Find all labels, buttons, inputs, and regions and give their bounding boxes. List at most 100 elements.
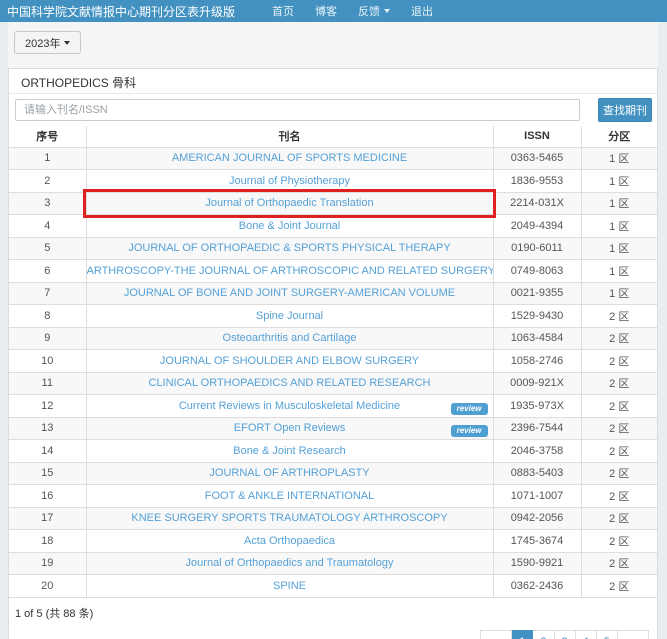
page-button-next[interactable]: » [618,630,649,639]
row-index-cell: 16 [9,485,86,508]
journal-link[interactable]: JOURNAL OF ORTHOPAEDIC & SPORTS PHYSICAL… [128,242,450,254]
row-index-cell: 8 [9,305,86,328]
zone-cell: 2 区 [581,305,657,328]
journal-link[interactable]: EFORT Open Reviews [234,422,345,434]
journal-table: 序号 刊名 ISSN 分区 1AMERICAN JOURNAL OF SPORT… [9,126,657,598]
journal-link[interactable]: Current Reviews in Musculoskeletal Medic… [179,400,400,412]
zone-cell: 2 区 [581,327,657,350]
zone-cell: 2 区 [581,462,657,485]
page-button-4[interactable]: 4 [576,630,597,639]
table-row: 11CLINICAL ORTHOPAEDICS AND RELATED RESE… [9,372,657,395]
table-row: 20SPINE0362-24362 区 [9,575,657,598]
nav-item-0[interactable]: 首页 [272,3,294,19]
zone-cell: 2 区 [581,507,657,530]
journal-name-cell: Bone & Joint Journal [86,215,493,238]
journal-link[interactable]: Spine Journal [256,310,323,322]
journal-name-cell: EFORT Open Reviewsreview [86,417,493,440]
issn-cell: 1935-973X [493,395,581,418]
zone-cell: 2 区 [581,485,657,508]
search-input[interactable] [15,99,580,121]
row-index-cell: 2 [9,170,86,193]
column-header-zone: 分区 [581,126,657,147]
journal-link[interactable]: Bone & Joint Research [233,445,346,457]
table-row: 1AMERICAN JOURNAL OF SPORTS MEDICINE0363… [9,147,657,170]
journal-link[interactable]: Osteoarthritis and Cartilage [223,332,357,344]
issn-cell: 1836-9553 [493,170,581,193]
table-row: 13EFORT Open Reviewsreview2396-75442 区 [9,417,657,440]
journal-name-cell: Current Reviews in Musculoskeletal Medic… [86,395,493,418]
journal-link[interactable]: JOURNAL OF ARTHROPLASTY [209,467,369,479]
row-index-cell: 14 [9,440,86,463]
zone-cell: 1 区 [581,192,657,215]
journal-link[interactable]: Journal of Orthopaedic Translation [205,197,373,209]
nav-item-2[interactable]: 反馈 [358,3,390,19]
journal-link[interactable]: JOURNAL OF BONE AND JOINT SURGERY-AMERIC… [124,287,455,299]
journal-name-cell: Osteoarthritis and Cartilage [86,327,493,350]
journal-name-cell-highlighted: Journal of Orthopaedic Translation [86,192,493,215]
journal-link[interactable]: Bone & Joint Journal [239,220,341,232]
journal-link[interactable]: FOOT & ANKLE INTERNATIONAL [205,490,375,502]
journal-link[interactable]: CLINICAL ORTHOPAEDICS AND RELATED RESEAR… [149,377,431,389]
journal-link[interactable]: Journal of Physiotherapy [229,175,350,187]
row-index-cell: 6 [9,260,86,283]
page-button-2[interactable]: 2 [533,630,554,639]
issn-cell: 0009-921X [493,372,581,395]
zone-cell: 1 区 [581,170,657,193]
journal-link[interactable]: Acta Orthopaedica [244,535,335,547]
search-bar: 查找期刊 [9,94,657,126]
row-index-cell: 7 [9,282,86,305]
row-index-cell: 17 [9,507,86,530]
issn-cell: 0942-2056 [493,507,581,530]
pagination-summary: 1 of 5 (共 88 条) [9,598,657,628]
journal-name-cell: ARTHROSCOPY-THE JOURNAL OF ARTHROSCOPIC … [86,260,493,283]
page-button-prev[interactable]: « [480,630,512,639]
zone-cell: 2 区 [581,395,657,418]
table-row: 9Osteoarthritis and Cartilage1063-45842 … [9,327,657,350]
table-row: 7 JOURNAL OF BONE AND JOINT SURGERY-AMERI… [9,282,657,305]
issn-cell: 0021-9355 [493,282,581,305]
journal-name-cell: JOURNAL OF BONE AND JOINT SURGERY-AMERIC… [86,282,493,305]
zone-cell: 2 区 [581,552,657,575]
issn-cell: 2046-3758 [493,440,581,463]
column-header-issn: ISSN [493,126,581,147]
table-row: 16FOOT & ANKLE INTERNATIONAL1071-10072 区 [9,485,657,508]
year-dropdown-button[interactable]: 2023年 [14,31,81,54]
table-row: 17 KNEE SURGERY SPORTS TRAUMATOLOGY ARTHR… [9,507,657,530]
nav-item-1[interactable]: 博客 [315,3,337,19]
table-row: 6ARTHROSCOPY-THE JOURNAL OF ARTHROSCOPIC… [9,260,657,283]
journal-name-cell: CLINICAL ORTHOPAEDICS AND RELATED RESEAR… [86,372,493,395]
row-index-cell: 5 [9,237,86,260]
journal-name-cell: Spine Journal [86,305,493,328]
row-index-cell: 13 [9,417,86,440]
table-row: 3Journal of Orthopaedic Translation2214-… [9,192,657,215]
page-container: 2023年 ORTHOPEDICS 骨科 查找期刊 序号 刊名 ISSN 分区 … [8,22,658,639]
journal-name-cell: FOOT & ANKLE INTERNATIONAL [86,485,493,508]
page-button-1[interactable]: 1 [512,630,533,639]
page-button-3[interactable]: 3 [555,630,576,639]
chevron-down-icon [64,41,70,45]
journal-name-cell: Journal of Physiotherapy [86,170,493,193]
issn-cell: 0749-8063 [493,260,581,283]
row-index-cell: 12 [9,395,86,418]
journal-link[interactable]: JOURNAL OF SHOULDER AND ELBOW SURGERY [160,355,419,367]
search-journal-button[interactable]: 查找期刊 [598,98,652,122]
journal-link[interactable]: SPINE [273,580,306,592]
nav-item-3[interactable]: 退出 [411,3,433,19]
page-button-5[interactable]: 5 [597,630,618,639]
journal-name-cell: Journal of Orthopaedics and Traumatology [86,552,493,575]
table-row: 4Bone & Joint Journal2049-43941 区 [9,215,657,238]
journal-link[interactable]: AMERICAN JOURNAL OF SPORTS MEDICINE [172,152,407,164]
row-index-cell: 10 [9,350,86,373]
table-row: 14Bone & Joint Research2046-37582 区 [9,440,657,463]
row-index-cell: 1 [9,147,86,170]
zone-cell: 2 区 [581,530,657,553]
journal-name-cell: JOURNAL OF SHOULDER AND ELBOW SURGERY [86,350,493,373]
issn-cell: 1063-4584 [493,327,581,350]
journal-link[interactable]: ARTHROSCOPY-THE JOURNAL OF ARTHROSCOPIC … [87,265,494,277]
top-navbar: 中国科学院文献情报中心期刊分区表升级版 首页博客反馈退出 [0,0,667,22]
journal-link[interactable]: KNEE SURGERY SPORTS TRAUMATOLOGY ARTHROS… [131,512,447,524]
journal-name-cell: Acta Orthopaedica [86,530,493,553]
row-index-cell: 4 [9,215,86,238]
table-row: 8Spine Journal1529-94302 区 [9,305,657,328]
journal-link[interactable]: Journal of Orthopaedics and Traumatology [186,557,394,569]
